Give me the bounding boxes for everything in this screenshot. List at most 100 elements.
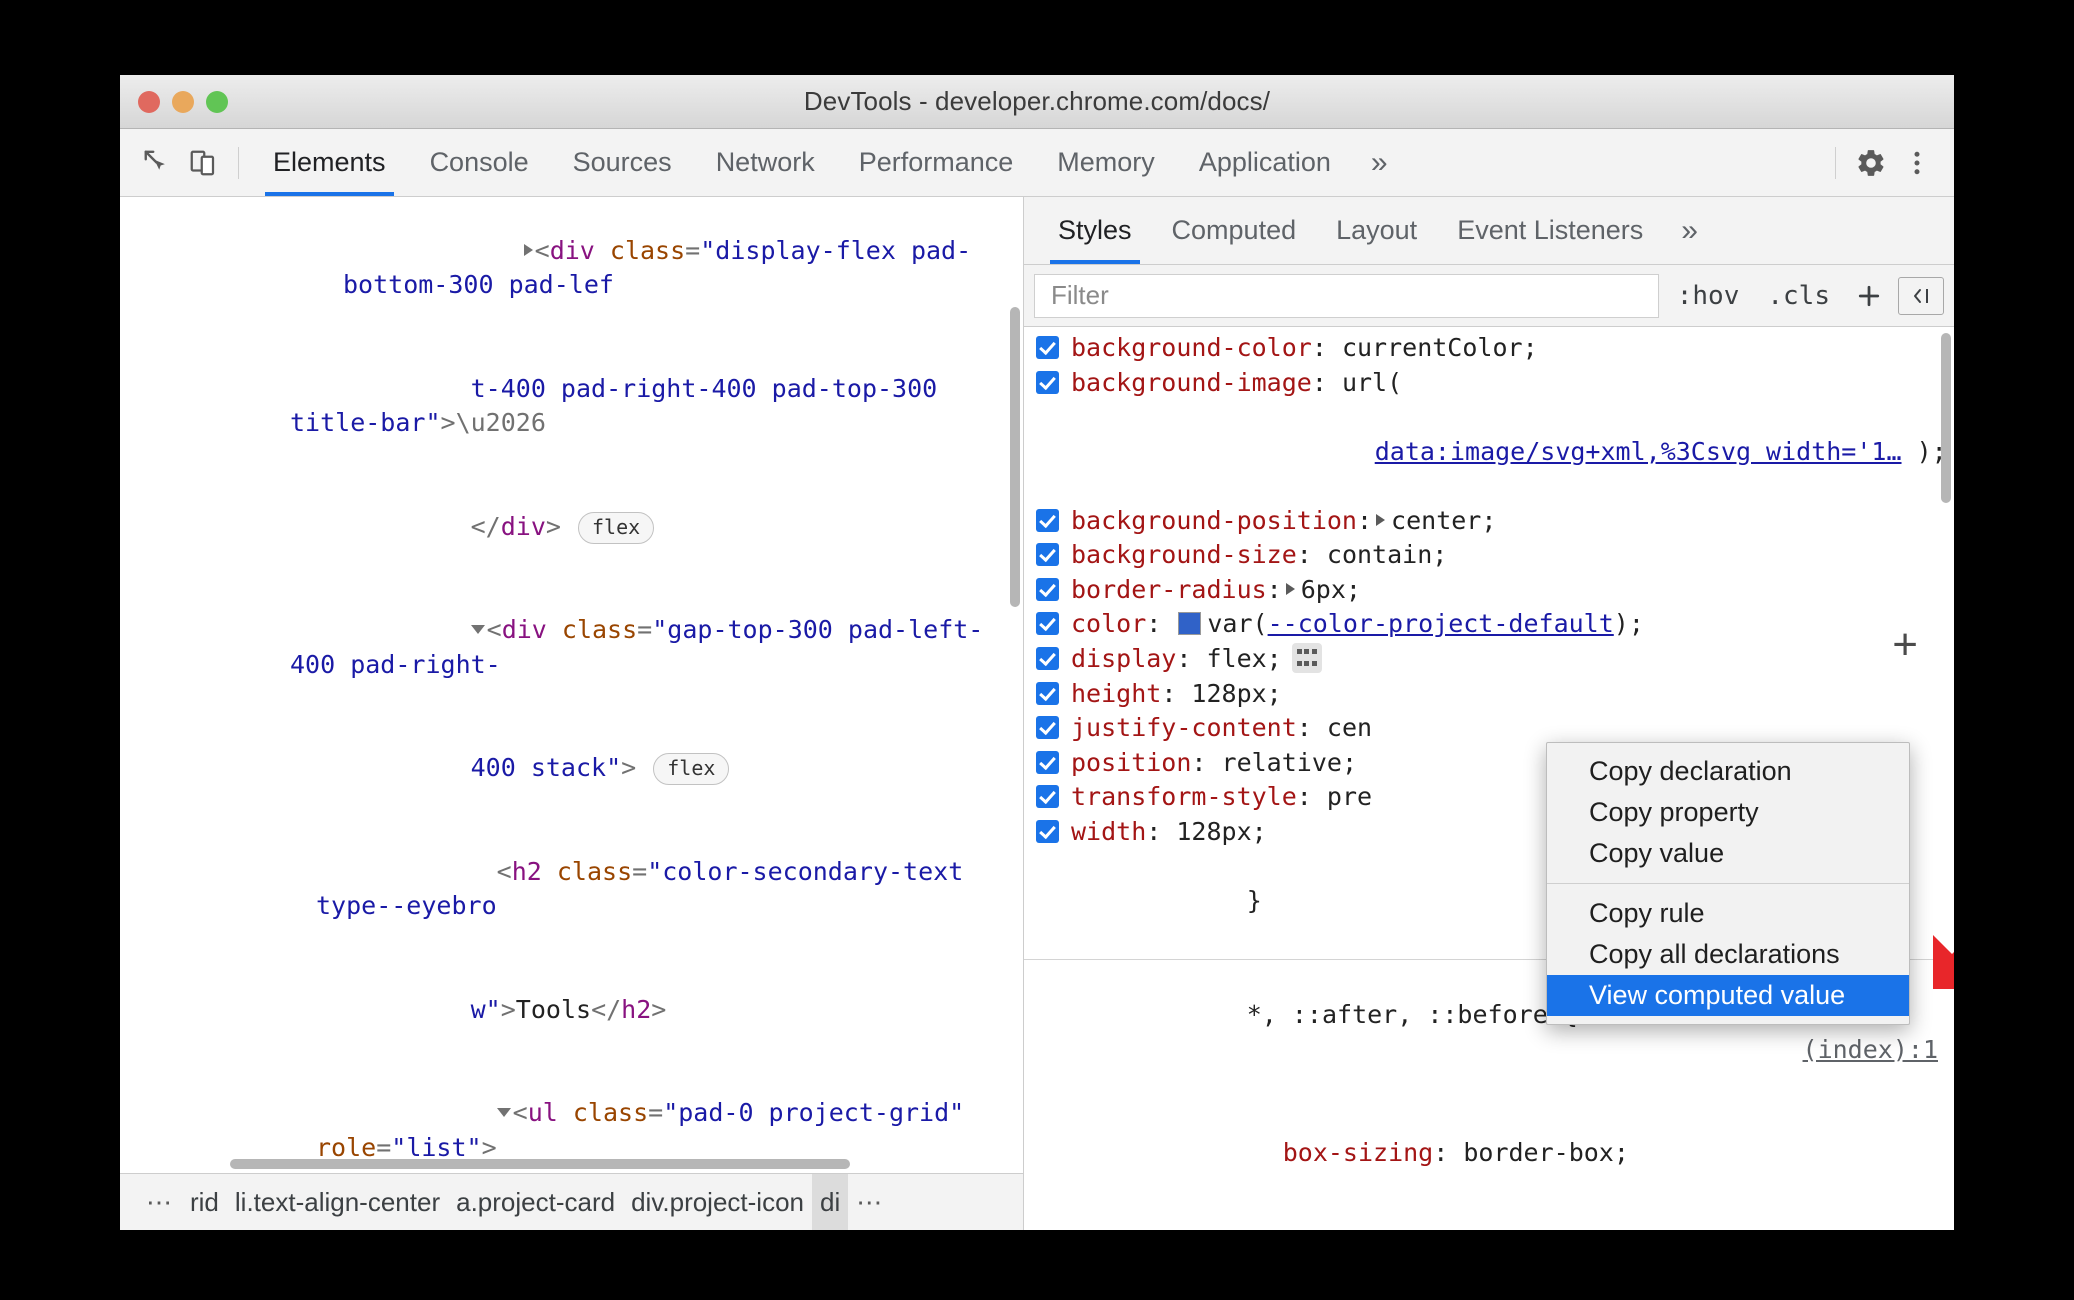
css-declaration-continuation[interactable]: data:image/svg+xml,%3Csvg width='1… );	[1024, 400, 1954, 504]
css-declaration[interactable]: background-size: contain;	[1024, 538, 1954, 573]
css-declaration[interactable]: background-image: url(	[1024, 366, 1954, 401]
expand-triangle-icon[interactable]	[523, 244, 533, 256]
kebab-menu-icon[interactable]	[1894, 140, 1940, 186]
hov-toggle-button[interactable]: :hov	[1667, 281, 1750, 311]
declaration-value[interactable]: relative;	[1222, 748, 1357, 777]
tab-network[interactable]: Network	[694, 129, 837, 196]
tab-computed[interactable]: Computed	[1152, 197, 1317, 264]
dom-line[interactable]: t-400 pad-right-400 pad-top-300 title-ba…	[120, 337, 1023, 475]
declaration-checkbox[interactable]	[1036, 508, 1059, 532]
declaration-checkbox[interactable]	[1036, 577, 1059, 601]
declaration-checkbox[interactable]	[1036, 785, 1059, 808]
more-styles-tabs-chevron-icon[interactable]: »	[1663, 197, 1716, 264]
new-style-rule-button[interactable]	[1848, 275, 1890, 317]
context-menu-item-copy-value[interactable]: Copy value	[1547, 833, 1909, 874]
css-declaration[interactable]: background-color: currentColor;	[1024, 331, 1954, 366]
css-declaration-color[interactable]: color: var(--color-project-default);	[1024, 607, 1954, 642]
tab-memory[interactable]: Memory	[1035, 129, 1177, 196]
context-menu-item-copy-rule[interactable]: Copy rule	[1547, 893, 1909, 934]
dom-vertical-scrollbar[interactable]	[1010, 307, 1020, 607]
css-declaration[interactable]: height: 128px;	[1024, 677, 1954, 712]
tab-sources[interactable]: Sources	[551, 129, 694, 196]
dom-tree[interactable]: <div class="display-flex pad-bottom-300 …	[120, 197, 1023, 1173]
declaration-value[interactable]: cen	[1327, 713, 1372, 742]
css-declaration[interactable]: justify-content: cen	[1024, 711, 1954, 746]
declaration-value[interactable]: flex;	[1206, 644, 1281, 673]
declaration-value[interactable]: pre	[1327, 782, 1372, 811]
breadcrumb-item-selected[interactable]: di	[812, 1174, 849, 1230]
tab-performance[interactable]: Performance	[837, 129, 1036, 196]
css-declaration[interactable]: background-position: center;	[1024, 504, 1954, 539]
flex-badge[interactable]: flex	[653, 753, 730, 785]
declaration-property[interactable]: justify-content	[1071, 713, 1297, 742]
declaration-checkbox[interactable]	[1036, 681, 1059, 705]
declaration-value[interactable]: contain;	[1327, 540, 1447, 569]
dom-line[interactable]: w">Tools</h2>	[120, 958, 1023, 1062]
tab-elements[interactable]: Elements	[251, 129, 408, 196]
minimize-window-button[interactable]	[172, 90, 194, 113]
declaration-checkbox[interactable]	[1036, 716, 1059, 739]
declaration-value[interactable]: border-box;	[1463, 1138, 1629, 1167]
declaration-property[interactable]: position	[1071, 748, 1191, 777]
declaration-value[interactable]: center;	[1391, 506, 1496, 535]
dom-line[interactable]: <div class="display-flex pad-bottom-300 …	[120, 199, 1023, 337]
declaration-checkbox[interactable]	[1036, 370, 1059, 394]
tab-console[interactable]: Console	[408, 129, 551, 196]
close-window-button[interactable]	[138, 90, 160, 113]
add-declaration-plus-icon[interactable]: +	[1892, 623, 1918, 667]
declaration-property[interactable]: display	[1071, 644, 1176, 673]
dom-line[interactable]: 400 stack"> flex	[120, 717, 1023, 821]
gear-icon[interactable]	[1848, 140, 1894, 186]
color-swatch[interactable]	[1178, 612, 1202, 635]
declaration-value[interactable]: url(	[1342, 368, 1402, 397]
dom-line[interactable]: <ul class="pad-0 project-grid" role="lis…	[120, 1062, 1023, 1174]
flexbox-editor-icon[interactable]	[1291, 642, 1322, 673]
collapse-triangle-icon[interactable]	[496, 1108, 511, 1117]
css-variable-link[interactable]: --color-project-default	[1268, 609, 1614, 638]
expand-shorthand-icon[interactable]	[1376, 513, 1386, 526]
declaration-value[interactable]: currentColor	[1342, 333, 1523, 362]
filter-input[interactable]: Filter	[1034, 273, 1659, 318]
dom-horizontal-scrollbar[interactable]	[230, 1159, 850, 1169]
declaration-checkbox[interactable]	[1036, 336, 1059, 359]
declaration-property[interactable]: height	[1071, 679, 1161, 708]
data-uri-link[interactable]: data:image/svg+xml,%3Csvg width='1…	[1375, 437, 1902, 466]
css-declaration[interactable]: box-sizing: border-box;	[1024, 1102, 1954, 1206]
context-menu-item-copy-declaration[interactable]: Copy declaration	[1547, 751, 1909, 792]
declaration-property[interactable]: background-position	[1071, 506, 1357, 535]
css-selector[interactable]: *, ::after, ::before {	[1247, 1000, 1578, 1029]
declaration-value[interactable]: 6px;	[1301, 575, 1361, 604]
device-toolbar-icon[interactable]	[180, 140, 226, 186]
css-source-link[interactable]: (index):1	[1803, 1033, 1938, 1068]
styles-vertical-scrollbar[interactable]	[1941, 333, 1951, 503]
declaration-property[interactable]: border-radius	[1071, 575, 1267, 604]
tab-styles[interactable]: Styles	[1038, 197, 1152, 264]
declaration-property[interactable]: color	[1071, 609, 1146, 638]
breadcrumb-item-div-project-icon[interactable]: div.project-icon	[623, 1187, 812, 1218]
collapse-triangle-icon[interactable]	[470, 625, 485, 634]
more-tabs-chevron-icon[interactable]: »	[1353, 129, 1406, 196]
declaration-property[interactable]: background-size	[1071, 540, 1297, 569]
css-declaration-display[interactable]: display: flex;	[1024, 642, 1954, 677]
breadcrumb-item-a[interactable]: a.project-card	[448, 1187, 623, 1218]
declaration-checkbox[interactable]	[1036, 750, 1059, 774]
breadcrumb-item-li[interactable]: li.text-align-center	[227, 1187, 448, 1218]
declaration-property[interactable]: box-sizing	[1283, 1138, 1434, 1167]
tab-layout[interactable]: Layout	[1316, 197, 1437, 264]
declaration-checkbox[interactable]	[1036, 612, 1059, 635]
context-menu-item-view-computed-value[interactable]: View computed value	[1547, 975, 1909, 1016]
declaration-checkbox[interactable]	[1036, 543, 1059, 566]
context-menu-item-copy-all-declarations[interactable]: Copy all declarations	[1547, 934, 1909, 975]
dom-line[interactable]: </div> flex	[120, 475, 1023, 579]
breadcrumb-overflow-left[interactable]: ⋯	[138, 1187, 182, 1218]
tab-application[interactable]: Application	[1177, 129, 1353, 196]
tab-event-listeners[interactable]: Event Listeners	[1437, 197, 1663, 264]
flex-badge[interactable]: flex	[578, 511, 655, 544]
declaration-property[interactable]: background-color	[1071, 333, 1312, 362]
declaration-value[interactable]: 128px;	[1191, 679, 1281, 708]
declaration-property[interactable]: width	[1071, 817, 1146, 846]
declaration-property[interactable]: background-image	[1071, 368, 1312, 397]
breadcrumb-overflow-right[interactable]: ⋯	[848, 1187, 892, 1218]
context-menu-item-copy-property[interactable]: Copy property	[1547, 792, 1909, 833]
inspect-element-icon[interactable]	[134, 140, 180, 186]
